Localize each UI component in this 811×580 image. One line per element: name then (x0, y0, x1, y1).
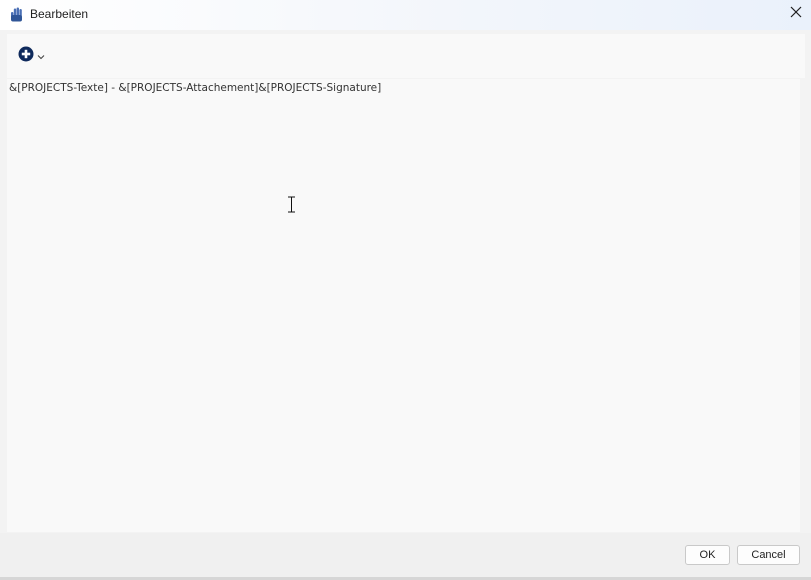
dialog-title: Bearbeiten (30, 7, 89, 21)
toolbar (7, 34, 805, 78)
close-button[interactable] (781, 0, 811, 28)
add-circle-icon (18, 46, 34, 67)
editor-content[interactable]: &[PROJECTS-Texte] - &[PROJECTS-Attacheme… (9, 82, 381, 94)
app-hand-icon (10, 7, 24, 22)
chevron-down-icon (37, 47, 45, 65)
title-bar[interactable]: Bearbeiten (0, 0, 811, 30)
text-editor[interactable]: &[PROJECTS-Texte] - &[PROJECTS-Attacheme… (7, 79, 800, 532)
edit-dialog: Bearbeiten &[PROJECTS-Texte] - &[PROJECT… (0, 0, 811, 580)
ok-button[interactable]: OK (685, 545, 730, 565)
cancel-button[interactable]: Cancel (737, 545, 800, 565)
text-cursor-icon (287, 196, 296, 213)
dialog-footer: OK Cancel (0, 533, 811, 580)
add-dropdown-button[interactable] (18, 46, 45, 66)
close-icon (790, 5, 802, 23)
